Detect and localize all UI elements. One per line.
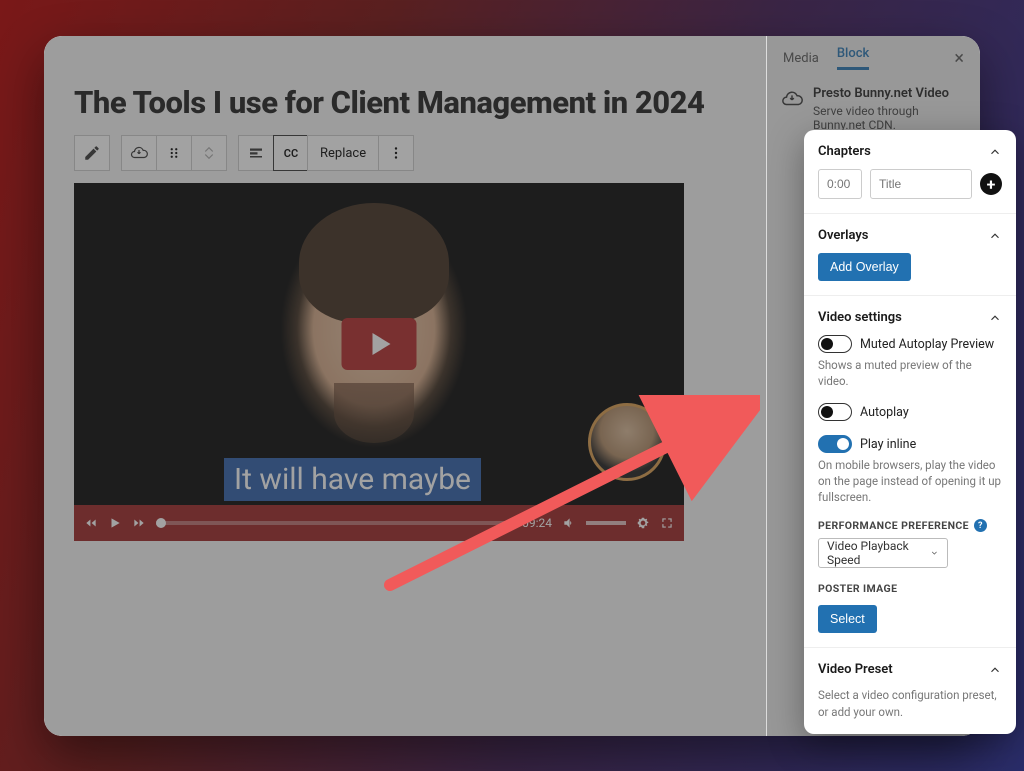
label-autoplay: Autoplay <box>860 405 909 420</box>
section-overlays-header[interactable]: Overlays <box>818 228 1002 243</box>
label-muted-autoplay: Muted Autoplay Preview <box>860 337 994 352</box>
performance-selected: Video Playback Speed <box>827 539 930 567</box>
toggle-muted-autoplay[interactable] <box>818 335 852 353</box>
chevron-down-icon <box>930 548 939 558</box>
fullscreen-icon[interactable] <box>660 516 674 530</box>
editor-main: The Tools I use for Client Management in… <box>44 36 766 736</box>
section-chapters-title: Chapters <box>818 144 871 159</box>
toggle-play-inline[interactable] <box>818 435 852 453</box>
cloud-icon <box>781 88 803 110</box>
tab-media[interactable]: Media <box>783 51 819 66</box>
volume-icon[interactable] <box>562 516 576 530</box>
section-chapters: Chapters + <box>804 130 1016 213</box>
poster-select-button[interactable]: Select <box>818 605 877 633</box>
pencil-icon <box>83 144 101 162</box>
move-updown-button[interactable] <box>191 135 227 171</box>
section-chapters-header[interactable]: Chapters <box>818 144 1002 159</box>
pip-avatar <box>588 403 666 481</box>
close-inspector-button[interactable]: × <box>954 48 964 69</box>
desc-muted-autoplay: Shows a muted preview of the video. <box>818 357 1002 389</box>
heading-poster: POSTER IMAGE <box>818 582 1002 595</box>
heading-performance: PERFORMANCE PREFERENCE ? <box>818 519 1002 532</box>
section-video-preset-title: Video Preset <box>818 662 893 677</box>
align-icon <box>247 144 265 162</box>
align-button[interactable] <box>238 135 274 171</box>
drag-handle-button[interactable] <box>156 135 192 171</box>
play-icon[interactable] <box>108 516 122 530</box>
section-video-settings-header[interactable]: Video settings <box>818 310 1002 325</box>
cloud-download-icon <box>130 144 148 162</box>
chevron-up-icon <box>988 229 1002 243</box>
block-desc-text: Serve video through Bunny.net CDN. <box>813 104 966 132</box>
edit-icon-button[interactable] <box>74 135 110 171</box>
drag-icon <box>165 144 183 162</box>
chevron-up-icon <box>988 145 1002 159</box>
help-icon[interactable]: ? <box>974 519 987 532</box>
section-video-settings: Video settings Muted Autoplay Preview Sh… <box>804 295 1016 647</box>
section-video-settings-title: Video settings <box>818 310 902 325</box>
section-video-preset-header[interactable]: Video Preset <box>818 662 1002 677</box>
block-name: Presto Bunny.net Video <box>813 86 966 101</box>
volume-bar[interactable] <box>586 521 626 525</box>
add-overlay-button[interactable]: Add Overlay <box>818 253 911 281</box>
settings-panel: Chapters + Overlays Add Overlay Video se… <box>804 130 1016 734</box>
video-caption: It will have maybe <box>224 458 481 501</box>
play-button[interactable] <box>342 318 417 370</box>
inspector-tabs: Media Block × <box>767 40 980 76</box>
section-video-preset: Video Preset Select a video configuratio… <box>804 647 1016 733</box>
chevron-up-icon <box>988 663 1002 677</box>
replace-button[interactable]: Replace <box>307 135 379 171</box>
post-title[interactable]: The Tools I use for Client Management in… <box>74 84 736 121</box>
forward-icon[interactable] <box>132 516 146 530</box>
preset-desc: Select a video configuration preset, or … <box>818 687 1002 719</box>
timecode: 09:24 <box>522 516 552 530</box>
caret-updown-icon <box>200 144 218 162</box>
rewind-icon[interactable] <box>84 516 98 530</box>
toggle-autoplay[interactable] <box>818 403 852 421</box>
performance-select[interactable]: Video Playback Speed <box>818 538 948 568</box>
cc-button[interactable]: CC <box>273 135 309 171</box>
seek-bar[interactable] <box>156 521 512 525</box>
section-overlays-title: Overlays <box>818 228 868 243</box>
add-chapter-button[interactable]: + <box>980 173 1002 195</box>
chevron-up-icon <box>988 311 1002 325</box>
tab-block[interactable]: Block <box>837 46 869 70</box>
section-overlays: Overlays Add Overlay <box>804 213 1016 295</box>
label-play-inline: Play inline <box>860 437 916 452</box>
heading-performance-text: PERFORMANCE PREFERENCE <box>818 519 969 532</box>
video-controls: 09:24 <box>74 505 684 541</box>
kebab-icon <box>387 144 405 162</box>
chapter-title-input[interactable] <box>870 169 972 199</box>
video-player-block[interactable]: It will have maybe 09:24 <box>74 183 684 541</box>
block-toolbar: CC Replace <box>74 135 736 171</box>
desc-play-inline: On mobile browsers, play the video on th… <box>818 457 1002 505</box>
more-options-button[interactable] <box>378 135 414 171</box>
chapter-time-input[interactable] <box>818 169 862 199</box>
settings-gear-icon[interactable] <box>636 516 650 530</box>
cloud-icon-button[interactable] <box>121 135 157 171</box>
